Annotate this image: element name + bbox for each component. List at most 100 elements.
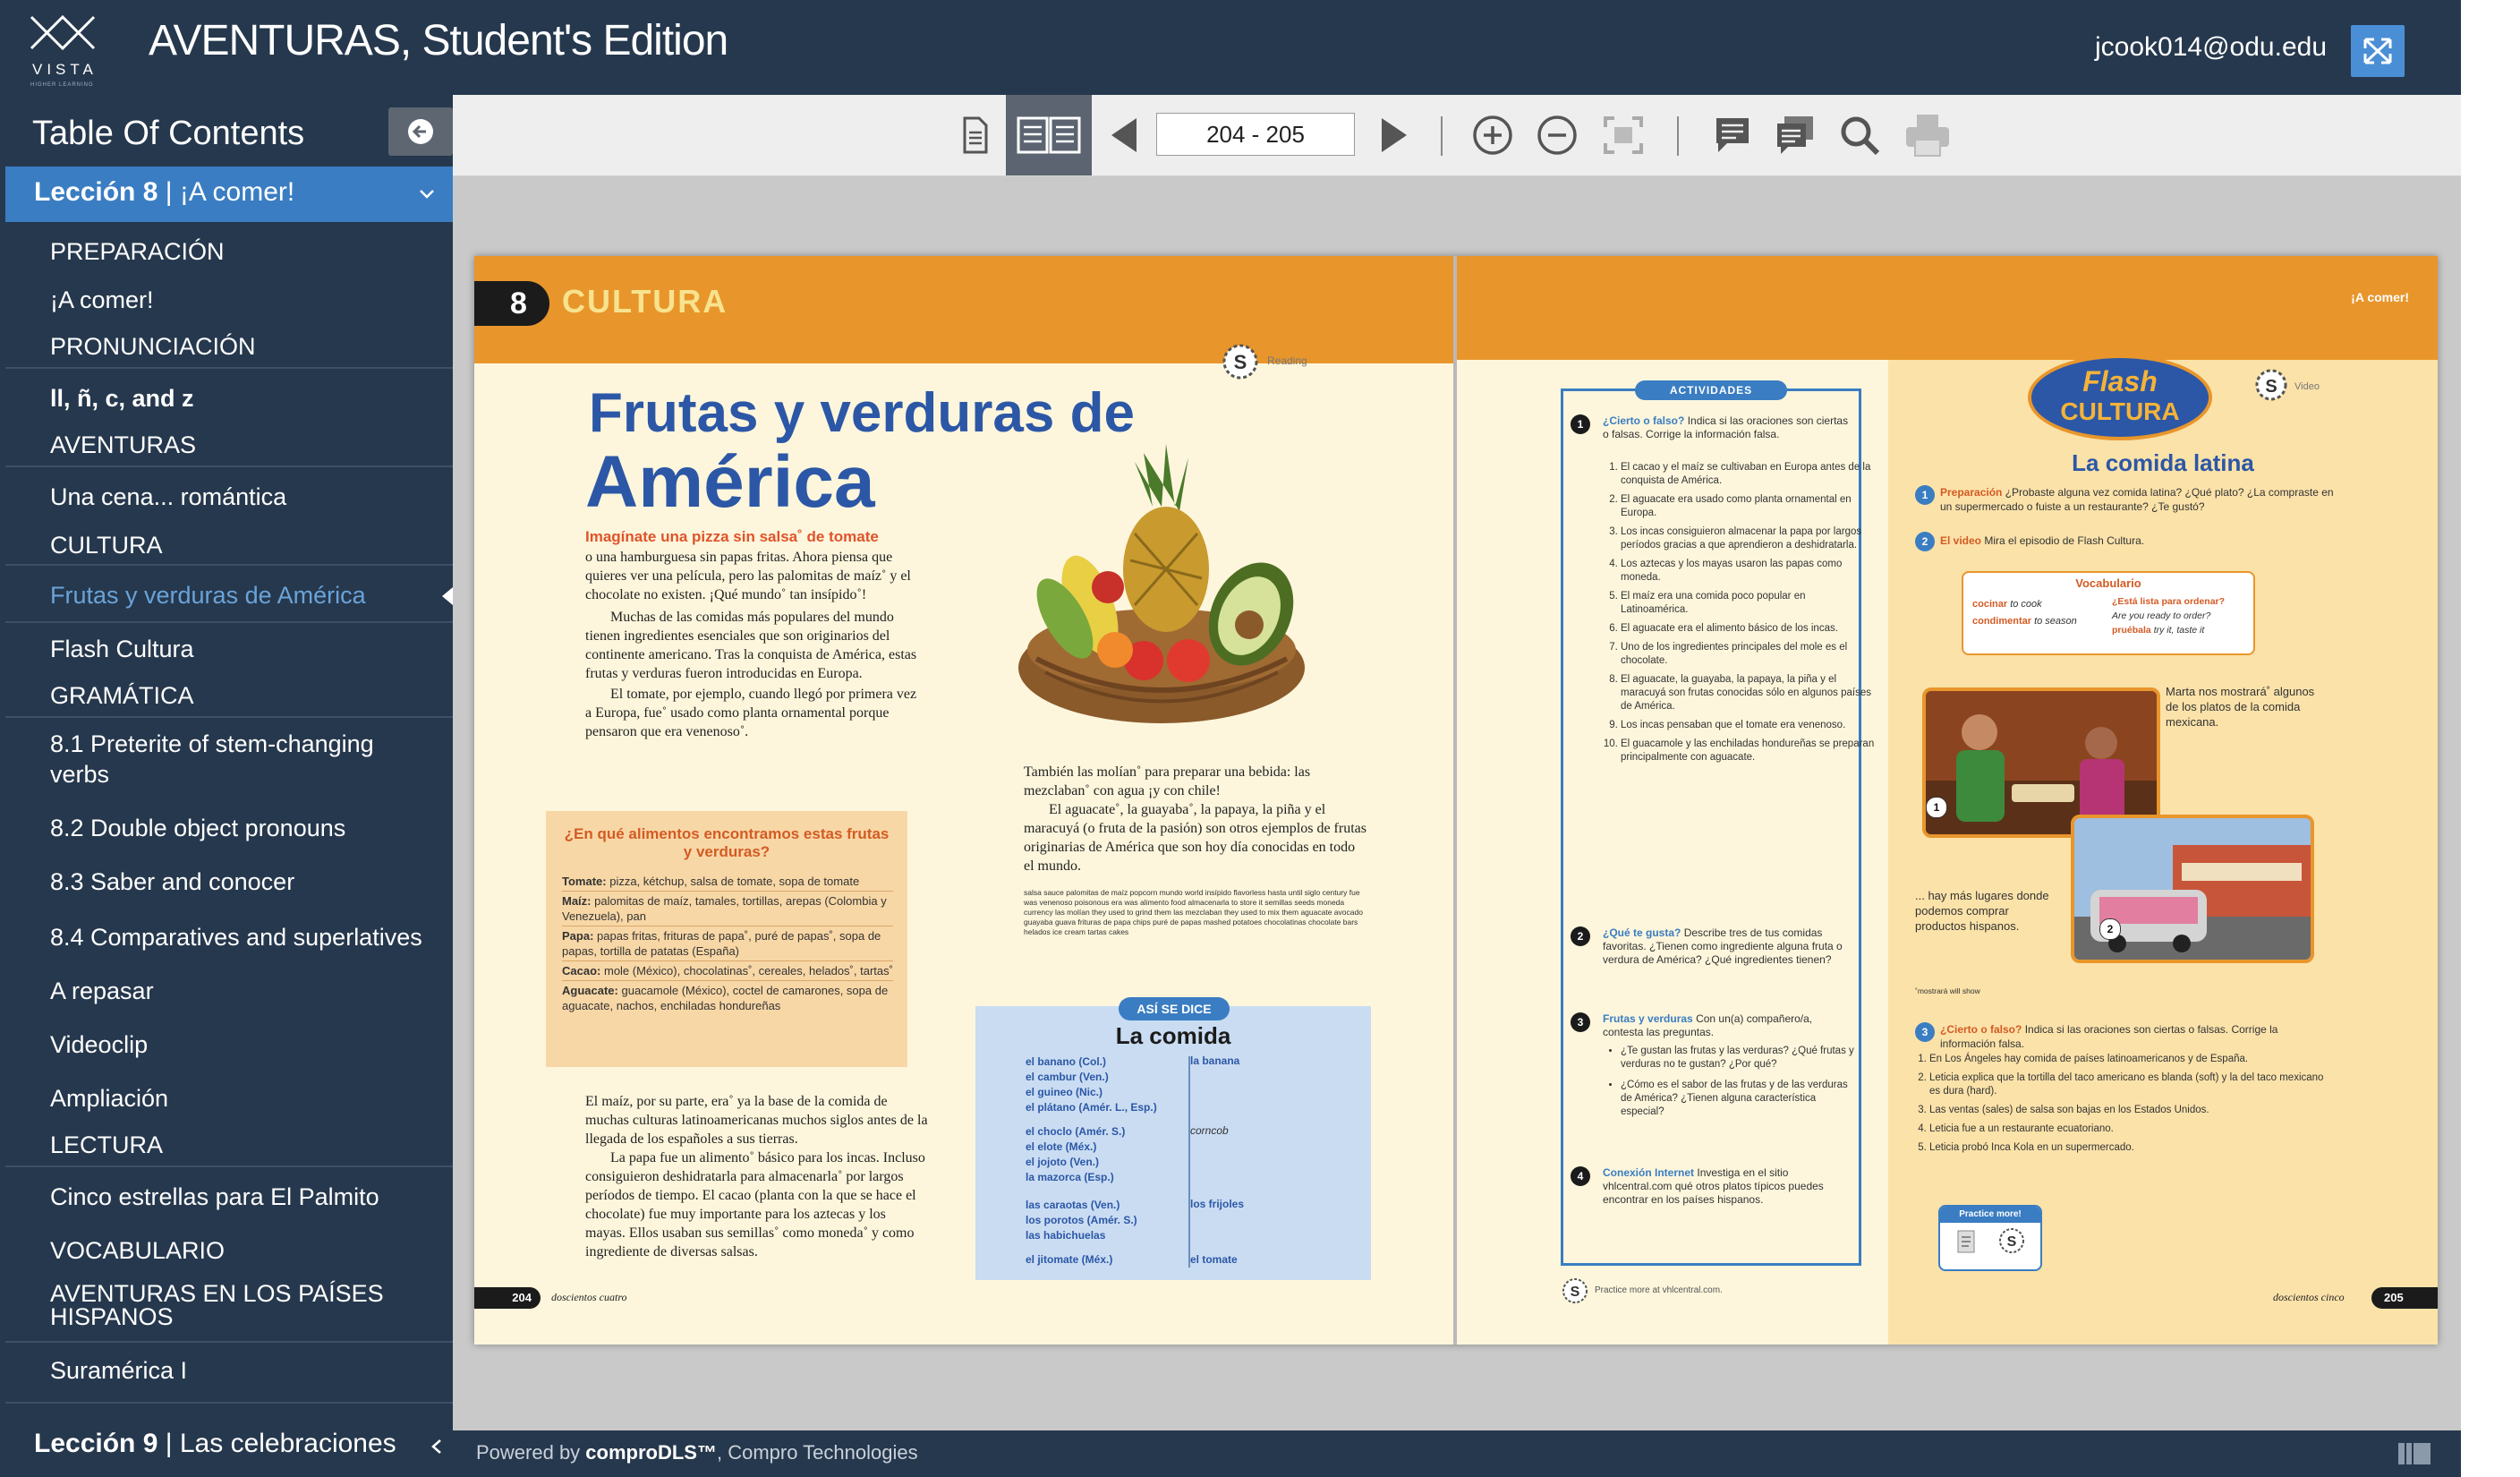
toc-item-suramerica[interactable]: Suramérica I — [5, 1355, 453, 1387]
powered-brand: comproDLS™ — [585, 1441, 717, 1464]
single-page-icon — [963, 116, 988, 154]
flash-logo-top: Flash — [2082, 365, 2158, 397]
notes-list-button[interactable] — [1768, 109, 1822, 161]
fruit-basket-image — [1018, 444, 1305, 723]
toc-section-cultura[interactable]: CULTURA — [5, 530, 453, 562]
video-still-1-image — [1926, 691, 2157, 834]
asi-group-eng: el tomate — [1190, 1253, 1238, 1266]
toc-item-flash-cultura[interactable]: Flash Cultura — [5, 634, 453, 666]
lesson-number: Lección 8 — [34, 177, 158, 207]
toc-item-8-2[interactable]: 8.2 Double object pronouns — [5, 813, 453, 845]
toc-divider — [5, 716, 453, 718]
toc-item-8-3[interactable]: 8.3 Saber and conocer — [5, 867, 453, 899]
toc-divider — [5, 1341, 453, 1343]
foods-box-row: Cacao: mole (México), chocolatinas˚, cer… — [562, 961, 893, 981]
toc-section-aventuras[interactable]: AVENTURAS — [5, 430, 453, 462]
supersite-icon: S — [1999, 1228, 2024, 1253]
prev-page-button[interactable] — [1099, 109, 1153, 161]
search-icon — [1841, 116, 1880, 156]
asi-divider — [1188, 1056, 1190, 1268]
fit-page-icon — [1604, 116, 1643, 154]
toc-item-ampliacion[interactable]: Ampliación — [5, 1083, 453, 1115]
toc-item-a-repasar[interactable]: A repasar — [5, 976, 453, 1008]
logo-text: VISTA — [32, 61, 98, 78]
toc-item-una-cena[interactable]: Una cena... romántica — [5, 482, 453, 514]
video-still-2 — [2071, 815, 2314, 963]
fullscreen-button[interactable] — [2351, 25, 2405, 77]
foods-box-row: Tomate: pizza, kétchup, salsa de tomate,… — [562, 872, 893, 892]
toc-item-8-1[interactable]: 8.1 Preterite of stem-changing verbs — [5, 729, 453, 793]
flash-activity-1: Preparación ¿Probaste alguna vez comida … — [1940, 486, 2334, 513]
toc-section-preparacion[interactable]: PREPARACIÓN — [5, 236, 453, 269]
practice-more-box[interactable]: Practice more! S — [1938, 1205, 2042, 1271]
double-page-icon — [1017, 116, 1081, 154]
toc-section-lectura[interactable]: LECTURA — [5, 1130, 453, 1162]
toolbar-separator — [1677, 116, 1679, 156]
asi-group-eng: los frijoles — [1190, 1198, 1245, 1210]
foods-box-list: Tomate: pizza, kétchup, salsa de tomate,… — [562, 872, 893, 1015]
logo-subtext: HIGHER LEARNING — [30, 82, 94, 88]
toc-section-vocabulario[interactable]: VOCABULARIO — [5, 1235, 453, 1268]
foods-box: ¿En qué alimentos encontramos estas frut… — [546, 811, 907, 1067]
activity-number: 1 — [1571, 414, 1590, 434]
panel-toggle-icon[interactable] — [2397, 1441, 2432, 1466]
next-page-button[interactable] — [1366, 109, 1419, 161]
app-title: AVENTURAS, Student's Edition — [149, 17, 728, 64]
toc-section-pronunciacion[interactable]: PRONUNCIACIÓN — [5, 331, 453, 363]
lesson-badge: 8 — [474, 281, 549, 326]
collapse-toc-button[interactable] — [388, 107, 453, 156]
article-paragraph: El tomate, por ejemplo, cuando llegó por… — [585, 687, 917, 739]
svg-text:S: S — [2007, 1234, 2017, 1250]
toc-item-8-4[interactable]: 8.4 Comparatives and superlatives — [5, 922, 453, 954]
toc-item-cinco-estrellas[interactable]: Cinco estrellas para El Palmito — [5, 1182, 453, 1214]
asi-se-dice-title: La comida — [1115, 1022, 1231, 1049]
zoom-out-button[interactable] — [1530, 109, 1584, 161]
activity-1-list: El cacao y el maíz se cultivaban en Euro… — [1603, 461, 1875, 770]
double-page-button[interactable] — [1006, 95, 1092, 175]
flash-activity-3: ¿Cierto o falso? Indica si las oraciones… — [1940, 1023, 2278, 1050]
practice-more-label: Practice more! — [1940, 1207, 2040, 1223]
workbook-icon — [1957, 1230, 1975, 1253]
page-header-label: ¡A comer! — [2351, 290, 2409, 304]
activities-box: ACTIVIDADES 1 ¿Cierto o falso? Indica si… — [1561, 380, 1874, 1266]
page-range-input[interactable]: 204 - 205 — [1156, 113, 1355, 156]
foods-box-title: ¿En qué alimentos encontramos estas frut… — [564, 825, 890, 860]
page-number: 204 — [474, 1287, 541, 1309]
activity-number: 3 — [1571, 1012, 1590, 1032]
chevron-left-icon — [431, 1439, 441, 1454]
toc-sidebar: Table Of Contents Lección 8 | ¡A comer! … — [0, 95, 453, 1477]
search-button[interactable] — [1833, 109, 1886, 161]
active-pointer-icon — [442, 587, 453, 605]
page-header-band — [1457, 256, 2438, 360]
zoom-out-icon — [1537, 115, 1577, 155]
toc-item-pronunciation[interactable]: ll, ñ, c, and z — [5, 383, 453, 415]
back-arrow-icon — [408, 119, 433, 144]
notes-button[interactable] — [1706, 109, 1759, 161]
toc-item-a-comer[interactable]: ¡A comer! — [5, 285, 453, 317]
toc-section-gramatica[interactable]: GRAMÁTICA — [5, 680, 453, 713]
page-words: doscientos cuatro — [551, 1291, 627, 1303]
single-page-button[interactable] — [947, 109, 1000, 161]
supersite-icon: S — [2255, 369, 2287, 401]
asi-group: las caraotas (Ven.) los porotos (Amér. S… — [1026, 1199, 1137, 1242]
print-button[interactable] — [1901, 109, 1954, 161]
video-label: Video — [2294, 381, 2320, 392]
photo-2-caption: ... hay más lugares donde podemos compra… — [1915, 889, 2049, 933]
supersite-icon: S — [1222, 344, 1258, 380]
user-email[interactable]: jcook014@odu.edu — [2095, 32, 2327, 63]
flash-activity-3-list: En Los Ángeles hay comida de países lati… — [1913, 1053, 2334, 1155]
fit-page-button[interactable] — [1596, 109, 1650, 161]
toc-divider — [5, 1402, 453, 1404]
zoom-in-button[interactable] — [1466, 109, 1520, 161]
lesson-8-header[interactable]: Lección 8 | ¡A comer! — [5, 166, 453, 222]
svg-text:S: S — [2265, 377, 2277, 397]
print-icon — [1906, 115, 1949, 157]
toc-item-videoclip[interactable]: Videoclip — [5, 1029, 453, 1062]
foods-box-row: Papa: papas fritas, frituras de papa˚, p… — [562, 926, 893, 961]
toc-title: Table Of Contents — [32, 115, 305, 152]
toc-section-aventuras-paises[interactable]: AVENTURAS EN LOS PAÍSES HISPANOS — [5, 1282, 453, 1332]
practice-note: Practice more at vhlcentral.com. — [1595, 1285, 1723, 1295]
lesson-9-header[interactable]: Lección 9 | Las celebraciones — [5, 1418, 453, 1473]
section-label: CULTURA — [562, 283, 728, 320]
toc-item-frutas-active[interactable]: Frutas y verduras de América — [5, 580, 453, 612]
